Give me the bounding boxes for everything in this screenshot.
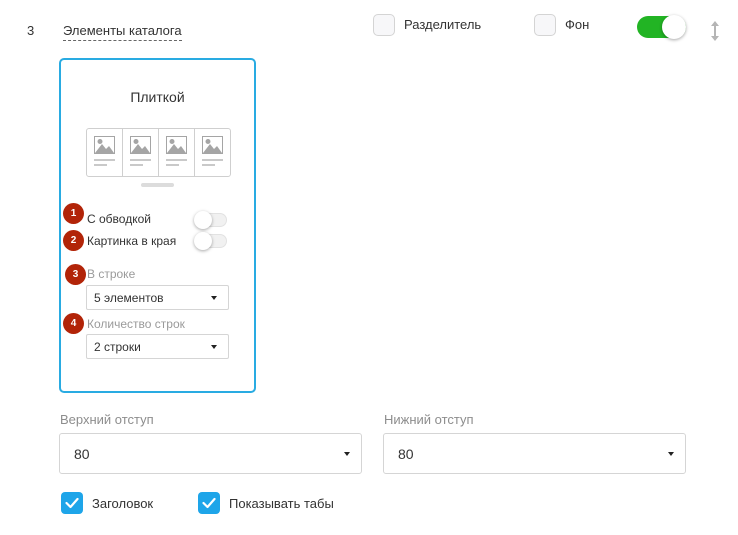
step-badge: 1 [63,203,84,224]
top-padding-label: Верхний отступ [60,412,154,427]
rows-count-value: 2 строки [94,340,141,354]
image-placeholder-icon [202,136,223,154]
toggle-knob [662,15,686,39]
tile-preview-item [123,129,159,176]
tiles-preview [86,128,231,177]
toggle-knob [194,232,212,250]
drag-handle-icon[interactable] [709,19,721,43]
rows-count-label: Количество строк [87,317,185,331]
top-padding-value: 80 [74,446,90,462]
section-enabled-toggle[interactable] [637,15,686,39]
outline-toggle[interactable] [194,211,227,229]
per-row-select[interactable]: 5 элементов [86,285,229,310]
chevron-down-icon [211,296,217,300]
bottom-padding-select[interactable]: 80 [383,433,686,474]
toggle-knob [194,211,212,229]
chevron-down-icon [344,452,350,456]
bottom-padding-label: Нижний отступ [384,412,474,427]
per-row-value: 5 элементов [94,291,164,305]
checkmark-icon [65,497,79,509]
section-title-link[interactable]: Элементы каталога [63,23,182,41]
rows-count-select[interactable]: 2 строки [86,334,229,359]
divider-label: Разделитель [404,17,482,32]
show-tabs-checkbox[interactable] [198,492,220,514]
image-placeholder-icon [130,136,151,154]
tile-preview-item [159,129,195,176]
divider-checkbox[interactable] [373,14,395,36]
card-title: Плиткой [130,89,185,105]
tile-preview-item [87,129,123,176]
background-label: Фон [565,17,590,32]
step-badge: 3 [65,264,86,285]
top-padding-select[interactable]: 80 [59,433,362,474]
image-placeholder-icon [166,136,187,154]
view-option-card-tiles[interactable]: Плиткой 1 С обводкой 2 Картинка в края 3… [59,58,256,393]
bottom-padding-value: 80 [398,446,414,462]
step-badge: 4 [63,313,84,334]
preview-scrollbar [141,183,174,187]
background-checkbox[interactable] [534,14,556,36]
show-tabs-label: Показывать табы [229,496,334,511]
step-badge: 2 [63,230,84,251]
section-number: 3 [27,23,35,38]
image-edge-toggle[interactable] [194,232,227,250]
chevron-down-icon [668,452,674,456]
tile-preview-item [195,129,230,176]
outline-option-label: С обводкой [87,212,151,226]
heading-label: Заголовок [92,496,154,511]
image-placeholder-icon [94,136,115,154]
image-edge-option-label: Картинка в края [87,234,177,248]
heading-checkbox[interactable] [61,492,83,514]
chevron-down-icon [211,345,217,349]
per-row-label: В строке [87,267,136,281]
checkmark-icon [202,497,216,509]
